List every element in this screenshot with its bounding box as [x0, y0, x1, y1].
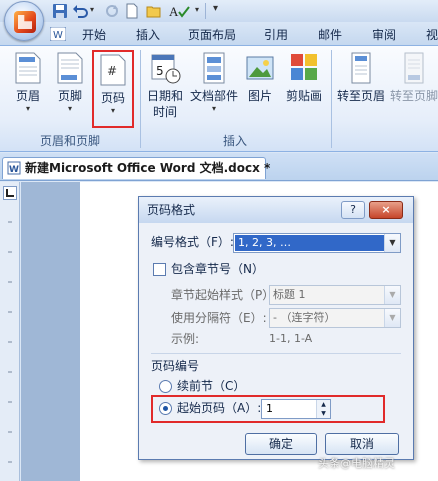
page-number-format-dialog: 页码格式 ? × 编号格式（F）: 1, 2, 3, … ▼ 包含章节号（N） …	[138, 196, 414, 460]
svg-text:5: 5	[156, 64, 164, 78]
tab-page-layout[interactable]: 页面布局	[180, 25, 244, 46]
ribbon-tabs: W 开始 插入 页面布局 引用 邮件 审阅 视图	[0, 22, 438, 46]
clip-art-button[interactable]: 剪贴画	[281, 52, 327, 104]
include-chapter-label[interactable]: 包含章节号（N）	[171, 260, 264, 278]
spelling-icon[interactable]: A	[168, 3, 192, 19]
office-logo-icon	[14, 11, 36, 33]
open-folder-icon[interactable]	[146, 3, 162, 19]
svg-text:W: W	[53, 30, 63, 41]
tab-references[interactable]: 引用	[254, 25, 298, 46]
customize-toolbar-icon[interactable]: ▾	[213, 3, 218, 14]
quick-parts-button[interactable]: 文档部件 ▾	[186, 52, 242, 114]
repeat-icon[interactable]	[104, 3, 120, 19]
separator-select[interactable]: - （连字符） ▼	[269, 308, 401, 328]
chevron-down-icon[interactable]: ▼	[384, 309, 400, 327]
go-to-footer-button[interactable]: 转至页脚	[388, 52, 438, 104]
page-number-button[interactable]: # 页码 ▾	[92, 50, 134, 128]
go-to-footer-icon	[400, 52, 428, 84]
go-to-header-icon	[347, 52, 375, 84]
tab-home[interactable]: 开始	[72, 25, 116, 46]
save-icon[interactable]	[52, 3, 68, 19]
stepper-down-icon[interactable]: ▼	[316, 409, 330, 418]
chapter-style-label: 章节起始样式（P）	[171, 288, 275, 302]
stepper-up-icon[interactable]: ▲	[316, 400, 330, 409]
help-button[interactable]: ?	[341, 201, 365, 219]
include-chapter-checkbox[interactable]	[153, 263, 166, 276]
page-numbering-label: 页码编号	[151, 359, 200, 373]
undo-icon[interactable]	[72, 3, 88, 19]
calendar-clock-icon: 5	[151, 52, 181, 84]
example-value: 1-1, 1-A	[269, 332, 313, 345]
start-at-label[interactable]: 起始页码（A）:	[177, 399, 261, 417]
svg-text:W: W	[9, 165, 19, 175]
tab-view[interactable]: 视图	[416, 25, 438, 46]
close-button[interactable]: ×	[369, 201, 403, 219]
word-tab-icon[interactable]: W	[49, 26, 67, 42]
chevron-down-icon[interactable]: ▼	[384, 286, 400, 304]
continue-previous-radio[interactable]	[159, 380, 172, 393]
group-header-footer-label: 页眉和页脚	[39, 134, 100, 148]
header-icon	[14, 52, 42, 84]
new-document-icon[interactable]	[124, 3, 140, 19]
start-at-stepper[interactable]: 1 ▲ ▼	[261, 399, 331, 419]
ok-button[interactable]: 确定	[245, 433, 317, 455]
picture-icon	[246, 52, 274, 84]
tab-selector-button[interactable]	[3, 186, 17, 200]
header-button[interactable]: 页眉 ▾	[8, 52, 48, 114]
dialog-title: 页码格式	[147, 203, 196, 217]
group-insert-label: 插入	[222, 134, 247, 148]
footer-icon	[56, 52, 84, 84]
ribbon: 页眉 ▾ 页脚 ▾ # 页码 ▾ 页眉和页脚 5 日期和 时间 文档部件 ▾ 图片	[0, 46, 438, 152]
vertical-ruler	[0, 182, 20, 481]
tab-review[interactable]: 审阅	[362, 25, 406, 46]
word-document-icon: W	[7, 161, 21, 175]
tab-insert[interactable]: 插入	[126, 25, 170, 46]
picture-button[interactable]: 图片	[243, 52, 277, 104]
chapter-style-value: 标题 1	[273, 288, 306, 301]
svg-text:A: A	[169, 4, 179, 19]
quick-access-toolbar: ▾ A ▾ ▾	[0, 0, 438, 22]
tab-mailings[interactable]: 邮件	[308, 25, 352, 46]
start-at-value: 1	[266, 402, 273, 415]
quick-parts-icon	[200, 52, 228, 84]
number-format-label: 编号格式（F）:	[151, 235, 234, 249]
document-tab-title: 新建Microsoft Office Word 文档.docx *	[25, 161, 271, 175]
clip-art-icon	[290, 52, 318, 84]
toolbar-divider	[205, 3, 206, 19]
number-format-select[interactable]: 1, 2, 3, … ▼	[233, 233, 401, 253]
page-number-icon: #	[99, 54, 127, 86]
svg-text:#: #	[107, 64, 117, 78]
start-at-radio[interactable]	[159, 402, 172, 415]
office-button[interactable]	[4, 1, 44, 41]
undo-dropdown-icon[interactable]: ▾	[90, 5, 94, 14]
group-separator	[331, 50, 332, 148]
document-tab[interactable]: W 新建Microsoft Office Word 文档.docx *	[2, 157, 270, 179]
go-to-header-button[interactable]: 转至页眉	[335, 52, 387, 104]
footer-button[interactable]: 页脚 ▾	[50, 52, 90, 114]
cancel-button[interactable]: 取消	[325, 433, 399, 455]
separator-label: 使用分隔符（E）:	[171, 311, 267, 325]
continue-previous-label[interactable]: 续前节（C）	[177, 377, 245, 395]
separator-value: - （连字符）	[273, 311, 336, 324]
chapter-style-select[interactable]: 标题 1 ▼	[269, 285, 401, 305]
number-format-value: 1, 2, 3, …	[238, 236, 291, 249]
date-time-button[interactable]: 5 日期和 时间	[144, 52, 186, 120]
chevron-down-icon[interactable]: ▼	[384, 234, 400, 252]
example-label: 示例:	[171, 332, 200, 346]
watermark-text: 头条@电脑精灵	[318, 457, 395, 470]
spelling-dropdown-icon[interactable]: ▾	[195, 5, 199, 14]
section-divider	[151, 353, 401, 354]
